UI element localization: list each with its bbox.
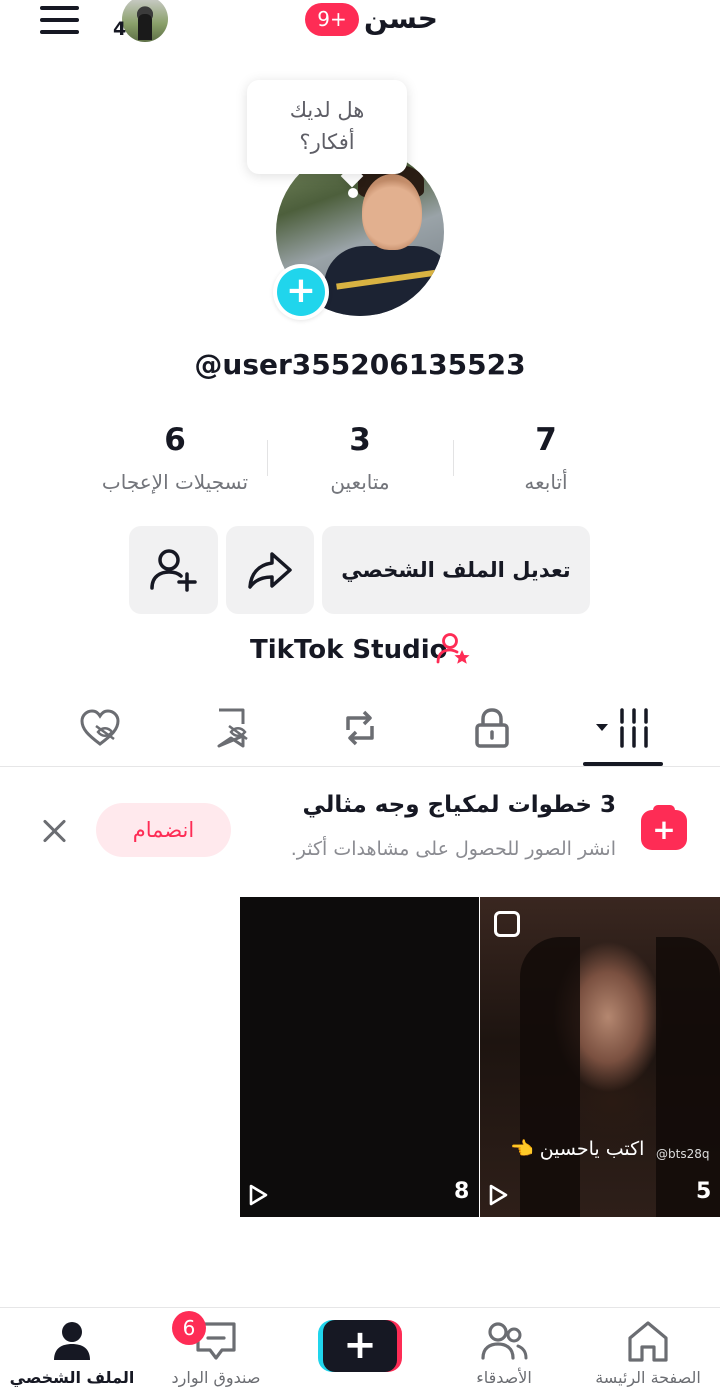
nav-home[interactable]: الصفحة الرئيسة (576, 1308, 720, 1388)
studio-person-star-icon (436, 633, 470, 664)
tooltip-line-2: أفكار؟ (299, 130, 355, 154)
followers-label: متابعين (330, 470, 390, 494)
bottom-navigation: الصفحة الرئيسة الأصدقاء + صندوق الوارد ا… (0, 1307, 720, 1388)
nav-friends-label: الأصدقاء (476, 1368, 532, 1387)
bookmark-hidden-icon (217, 708, 248, 748)
nav-inbox-label: صندوق الوارد (171, 1368, 261, 1387)
profile-icon (54, 1322, 90, 1360)
tab-liked[interactable] (68, 700, 128, 756)
videos-grid-icon (596, 708, 648, 748)
nav-create[interactable]: + (288, 1308, 432, 1388)
account-count: 4 (113, 18, 127, 40)
nav-profile-label: الملف الشخصي (9, 1368, 135, 1387)
add-story-button[interactable]: + (273, 264, 329, 320)
tab-reposts[interactable] (328, 700, 388, 756)
join-button[interactable]: انضمام (96, 803, 231, 857)
ideas-tooltip[interactable]: هل لديك أفكار؟ (247, 80, 407, 174)
account-switcher-avatar[interactable] (122, 0, 168, 42)
menu-icon[interactable] (40, 4, 80, 36)
view-count: 5 (696, 1179, 712, 1204)
nav-home-label: الصفحة الرئيسة (595, 1368, 701, 1387)
top-header: 4 9+ حسن (0, 0, 720, 50)
multi-photo-icon (494, 911, 520, 937)
following-stat[interactable]: 7 أتابعه (486, 418, 606, 502)
play-icon (489, 1184, 508, 1206)
find-friends-button[interactable] (129, 526, 218, 614)
likes-label: تسجيلات الإعجاب (101, 470, 249, 494)
tiktok-studio-link[interactable]: TikTok Studio (250, 630, 447, 670)
create-button: + (318, 1320, 402, 1372)
profile-handle: @user355206135523 (194, 348, 526, 381)
play-icon (249, 1184, 268, 1206)
add-user-icon (150, 549, 197, 592)
video-thumbnail[interactable]: @bts28q اكتب ياحسين 👈 5 (480, 897, 720, 1217)
following-count: 7 (535, 422, 557, 458)
friends-icon (481, 1322, 528, 1360)
inbox-badge: 6 (172, 1311, 206, 1345)
following-label: أتابعه (524, 470, 568, 494)
tooltip-line-1: هل لديك (289, 98, 365, 122)
notifications-badge[interactable]: 9+ (305, 3, 359, 36)
view-count: 8 (454, 1179, 470, 1204)
page-title[interactable]: حسن (364, 2, 438, 35)
tab-videos[interactable] (582, 700, 666, 756)
tab-saved[interactable] (201, 700, 261, 756)
close-icon[interactable] (40, 816, 70, 846)
share-icon (248, 552, 292, 589)
camera-plus-icon: + (641, 805, 687, 850)
nav-profile[interactable]: الملف الشخصي (0, 1308, 144, 1388)
share-profile-button[interactable] (226, 526, 314, 614)
nav-friends[interactable]: الأصدقاء (432, 1308, 576, 1388)
likes-count: 6 (164, 422, 186, 458)
edit-profile-button[interactable]: تعديل الملف الشخصي (322, 526, 590, 614)
lock-icon (475, 708, 509, 748)
plus-icon: + (285, 270, 317, 311)
promo-subtitle: انشر الصور للحصول على مشاهدات أكثر. (290, 838, 616, 860)
video-caption: اكتب ياحسين 👈 (510, 1138, 645, 1160)
home-icon (628, 1321, 668, 1362)
liked-hidden-icon (80, 709, 120, 746)
promo-title[interactable]: 3 خطوات لمكياج وجه مثالي (303, 792, 616, 818)
followers-count: 3 (349, 422, 371, 458)
video-thumbnail[interactable]: 8 (240, 897, 479, 1217)
nav-inbox[interactable]: صندوق الوارد (144, 1308, 288, 1388)
repost-icon (346, 710, 374, 746)
plus-icon: + (323, 1320, 397, 1372)
tiktok-watermark: @bts28q (656, 1147, 710, 1161)
tab-private[interactable] (460, 700, 520, 756)
followers-stat[interactable]: 3 متابعين (300, 418, 420, 502)
likes-stat[interactable]: 6 تسجيلات الإعجاب (85, 418, 265, 502)
